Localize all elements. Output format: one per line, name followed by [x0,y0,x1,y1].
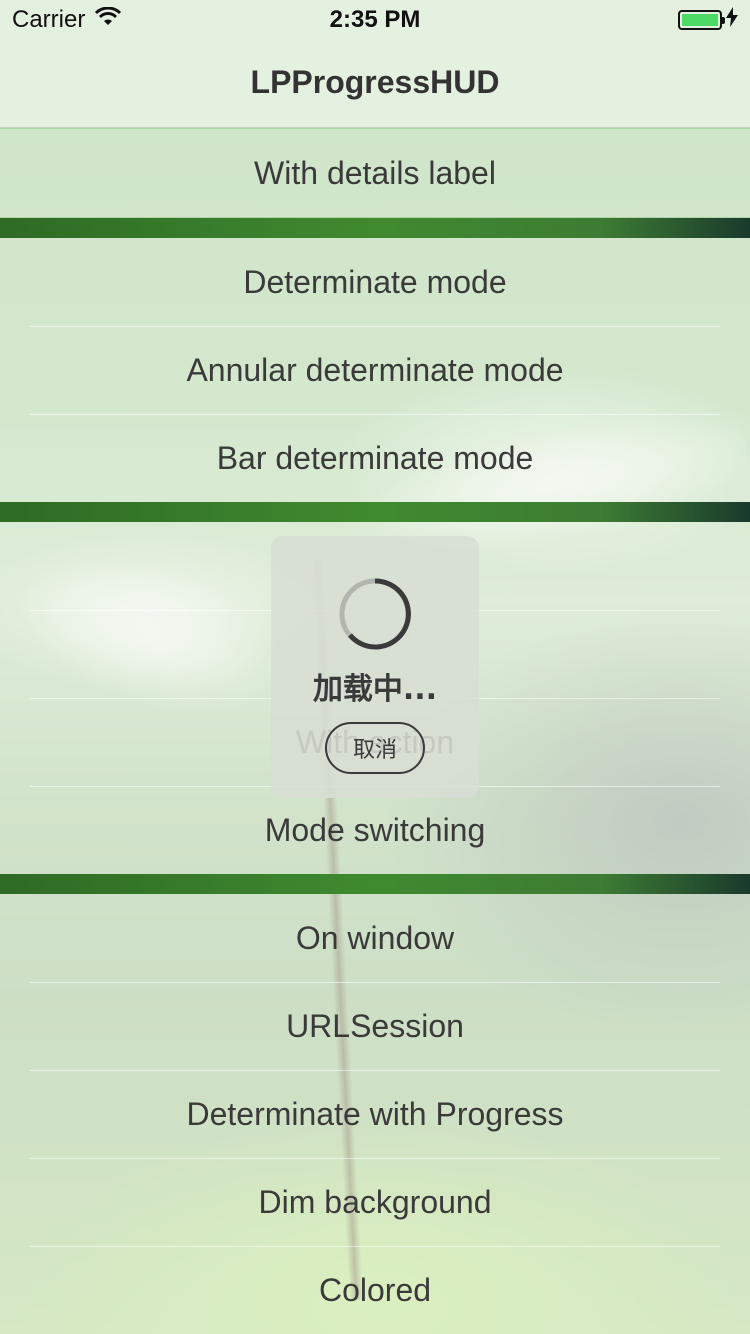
carrier-label: Carrier [12,6,86,33]
hud-label: 加载中... [312,672,438,707]
section-divider [0,874,750,894]
table-section: Determinate mode Annular determinate mod… [0,238,750,502]
list-item[interactable]: Dim background [0,1158,750,1246]
cancel-button[interactable]: 取消 [325,722,425,774]
list-item[interactable]: Bar determinate mode [0,414,750,502]
progress-hud: 加载中... 取消 [271,536,479,798]
list-item[interactable]: With details label [0,129,750,217]
spinner-icon [339,578,411,650]
section-divider [0,502,750,522]
charging-bolt-icon [726,6,738,34]
table-section: On window URLSession Determinate with Pr… [0,894,750,1334]
list-item[interactable]: Determinate mode [0,238,750,326]
list-item[interactable]: Mode switching [0,786,750,874]
list-item[interactable]: Colored [0,1246,750,1334]
battery-icon [678,10,725,30]
nav-title: LPProgressHUD [250,64,500,100]
list-item[interactable]: On window [0,894,750,982]
list-item[interactable]: URLSession [0,982,750,1070]
section-divider [0,218,750,238]
wifi-icon [95,6,122,34]
list-item[interactable]: Determinate with Progress [0,1070,750,1158]
list-item[interactable]: Annular determinate mode [0,326,750,414]
status-bar: Carrier 2:35 PM [0,0,750,40]
table-section: With details label [0,129,750,217]
